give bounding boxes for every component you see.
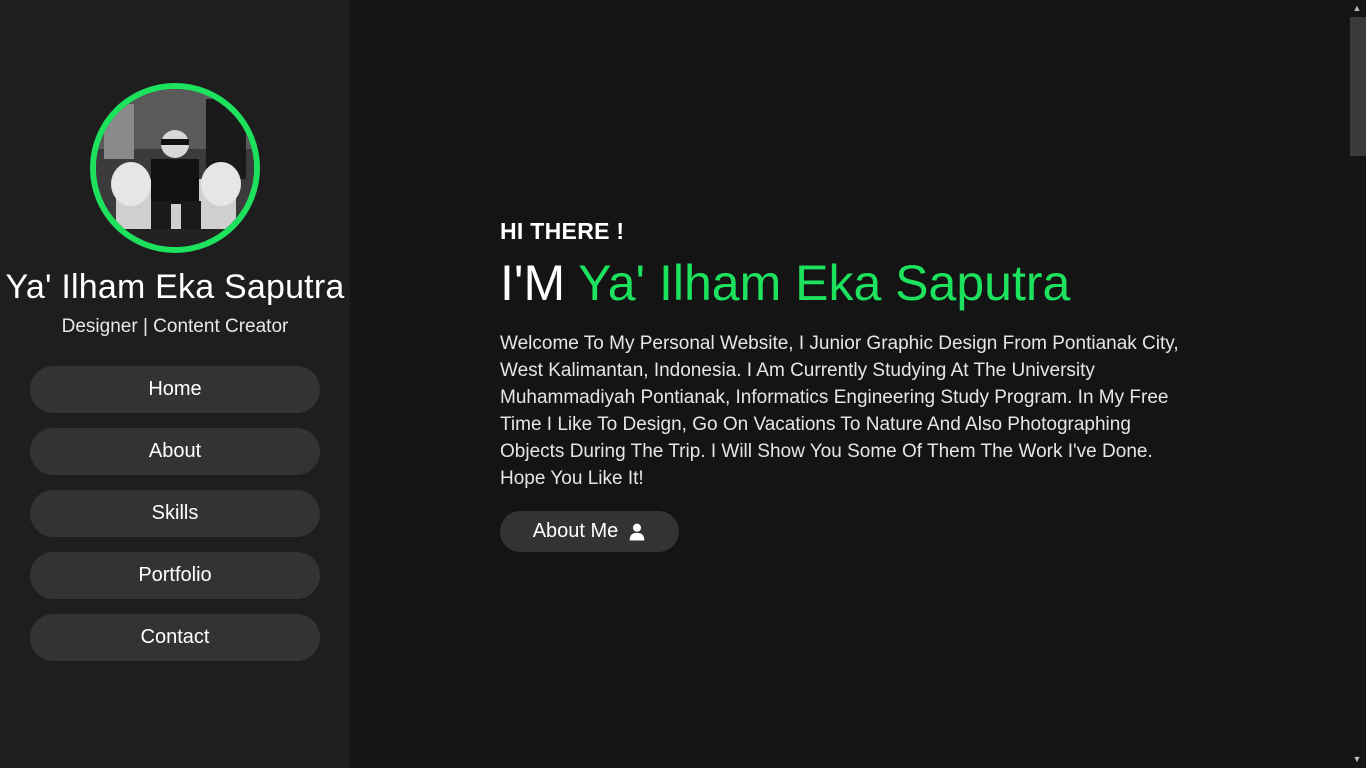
user-icon	[629, 523, 645, 540]
nav-home-button[interactable]: Home	[30, 366, 320, 413]
nav-about-button[interactable]: About	[30, 428, 320, 475]
profile-name: Ya' Ilham Eka Saputra	[5, 268, 345, 306]
headline-name: Ya' Ilham Eka Saputra	[578, 255, 1071, 311]
scroll-down-arrow-icon[interactable]: ▼	[1348, 751, 1366, 768]
nav-skills-button[interactable]: Skills	[30, 490, 320, 537]
profile-role: Designer | Content Creator	[61, 316, 289, 337]
headline: I'M Ya' Ilham Eka Saputra	[500, 254, 1070, 312]
nav-contact-button[interactable]: Contact	[30, 614, 320, 661]
about-me-label: About Me	[532, 520, 619, 542]
scroll-up-arrow-icon[interactable]: ▲	[1348, 0, 1366, 17]
avatar-photo	[96, 89, 254, 247]
intro-paragraph: Welcome To My Personal Website, I Junior…	[500, 333, 1179, 489]
about-me-button[interactable]: About Me	[500, 511, 679, 552]
profile-avatar	[90, 83, 260, 253]
scrollbar-thumb[interactable]	[1350, 17, 1366, 156]
headline-prefix: I'M	[500, 255, 566, 311]
sidebar: Ya' Ilham Eka Saputra Designer | Content…	[0, 0, 350, 768]
greeting-text: HI THERE !	[500, 218, 625, 244]
nav-portfolio-button[interactable]: Portfolio	[30, 552, 320, 599]
page-scrollbar[interactable]: ▲ ▼	[1348, 0, 1366, 768]
